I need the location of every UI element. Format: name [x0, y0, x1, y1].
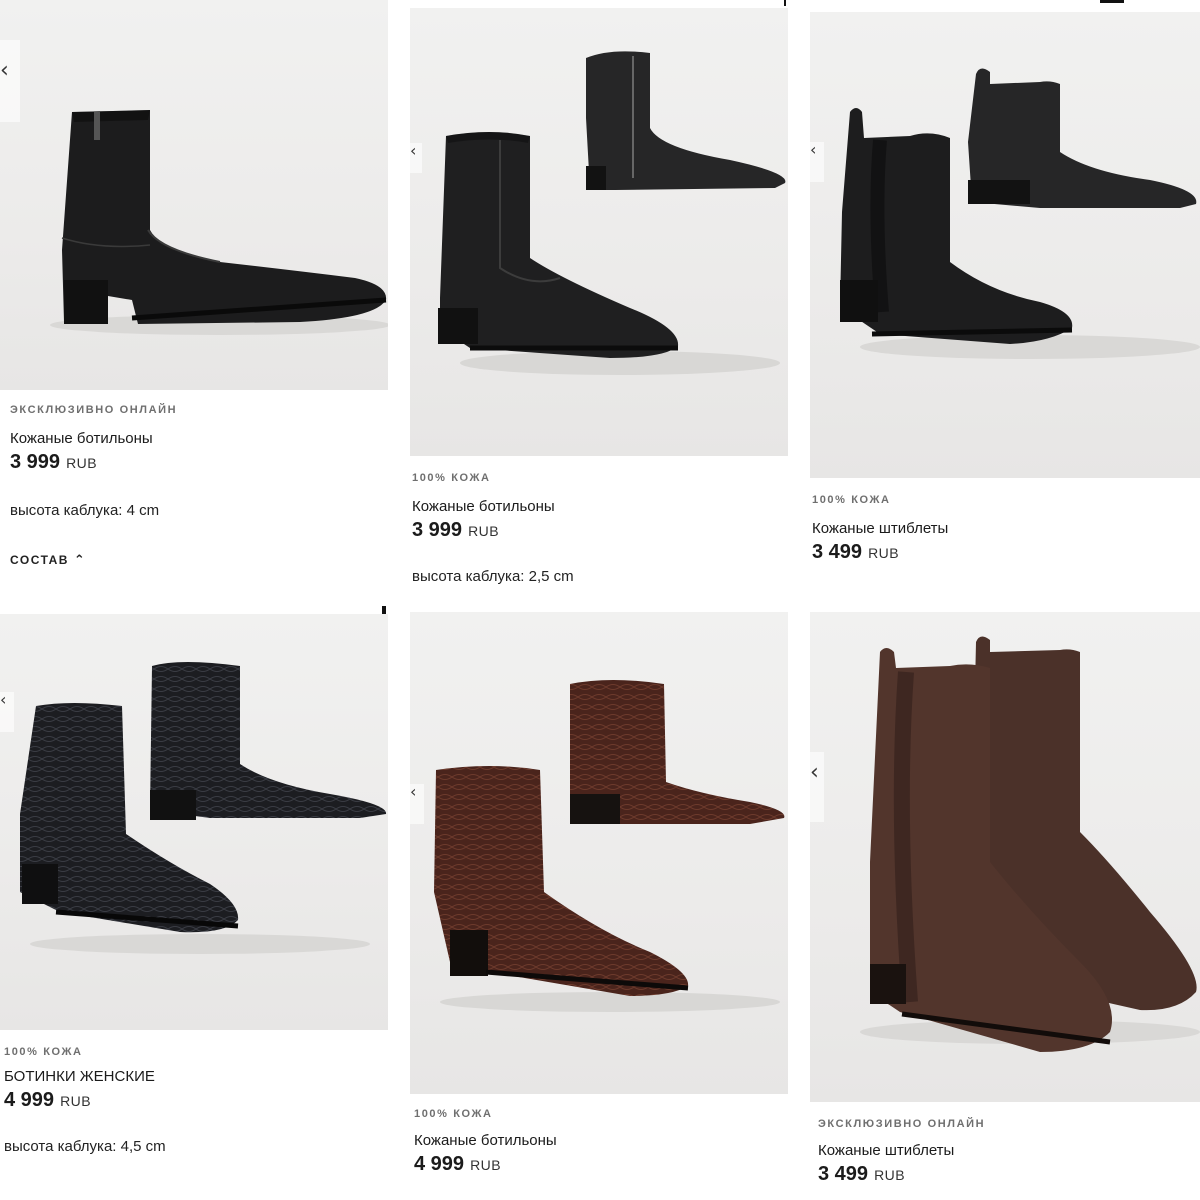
divider: [382, 606, 386, 614]
product-badge: ЭКСКЛЮЗИВНО ОНЛАЙН: [818, 1118, 986, 1130]
product-image[interactable]: ‹: [410, 8, 788, 456]
product-name[interactable]: Кожаные штиблеты: [818, 1142, 1200, 1159]
price-value: 4 999: [414, 1153, 465, 1175]
product-name[interactable]: Кожаные штиблеты: [812, 520, 1200, 537]
chevron-up-icon: ⌃: [73, 553, 87, 568]
product-name[interactable]: БОТИНКИ ЖЕНСКИЕ: [4, 1068, 390, 1085]
product-price: 3 499 RUB: [818, 1163, 1200, 1186]
product-badge: ЭКСКЛЮЗИВНО ОНЛАЙН: [10, 404, 178, 416]
product-image[interactable]: ‹: [810, 12, 1200, 478]
product-price: 4 999 RUB: [4, 1089, 390, 1112]
product-card[interactable]: ‹ ЭКСКЛЮЗИВНО ОНЛАЙН Кожаные ботильоны 3…: [0, 0, 390, 600]
composition-toggle[interactable]: СОСТАВ ⌃: [10, 553, 390, 568]
price-value: 3 999: [10, 451, 61, 473]
divider: [1100, 0, 1124, 3]
product-card[interactable]: ‹ 100% КОЖА Кожаные штиблеты 3 499 RUB: [810, 12, 1200, 582]
product-image[interactable]: ‹: [0, 614, 388, 1030]
product-card[interactable]: ‹ ЭКСКЛЮЗИВНО ОНЛАЙН Кожаные штиблеты 3 …: [810, 612, 1200, 1200]
price-currency: RUB: [874, 1167, 906, 1183]
product-image[interactable]: ‹: [810, 612, 1200, 1102]
product-badge: 100% КОЖА: [812, 494, 891, 506]
product-badge: 100% КОЖА: [412, 472, 491, 484]
product-name[interactable]: Кожаные ботильоны: [414, 1132, 790, 1149]
product-image[interactable]: ‹: [0, 0, 388, 390]
heel-height: высота каблука: 2,5 cm: [412, 568, 574, 585]
product-card[interactable]: ‹ 100% КОЖА Кожаные ботильоны 3 999 RUB в…: [410, 8, 790, 598]
product-name[interactable]: Кожаные ботильоны: [10, 430, 390, 447]
product-price: 4 999 RUB: [414, 1153, 790, 1176]
price-currency: RUB: [66, 455, 98, 471]
price-value: 3 499: [812, 541, 863, 563]
product-name[interactable]: Кожаные ботильоны: [412, 498, 790, 515]
price-value: 3 999: [412, 519, 463, 541]
chevron-left-icon[interactable]: ‹: [410, 143, 422, 173]
product-card[interactable]: ‹ 100% КОЖА Кожаные ботильоны 4 999 RUB: [410, 612, 790, 1200]
price-currency: RUB: [868, 545, 900, 561]
divider: [784, 0, 786, 6]
price-value: 3 499: [818, 1163, 869, 1185]
price-value: 4 999: [4, 1089, 55, 1111]
price-currency: RUB: [60, 1093, 92, 1109]
composition-label: СОСТАВ: [10, 553, 69, 567]
chevron-left-icon[interactable]: ‹: [0, 692, 14, 732]
price-currency: RUB: [470, 1157, 502, 1173]
product-badge: 100% КОЖА: [414, 1108, 493, 1120]
chevron-left-icon[interactable]: ‹: [810, 752, 824, 822]
product-card[interactable]: ‹ 100% КОЖА БОТИНКИ ЖЕНСКИЕ 4 999 RUB выс…: [0, 614, 390, 1200]
heel-height: высота каблука: 4,5 cm: [4, 1138, 166, 1155]
heel-height: высота каблука: 4 cm: [10, 502, 160, 519]
chevron-left-icon[interactable]: ‹: [0, 40, 20, 122]
price-currency: RUB: [468, 523, 500, 539]
product-price: 3 499 RUB: [812, 541, 1200, 564]
product-badge: 100% КОЖА: [4, 1046, 83, 1058]
product-image[interactable]: ‹: [410, 612, 788, 1094]
product-price: 3 999 RUB: [412, 519, 790, 542]
product-price: 3 999 RUB: [10, 451, 390, 474]
chevron-left-icon[interactable]: ‹: [810, 142, 824, 182]
chevron-left-icon[interactable]: ‹: [410, 784, 424, 824]
